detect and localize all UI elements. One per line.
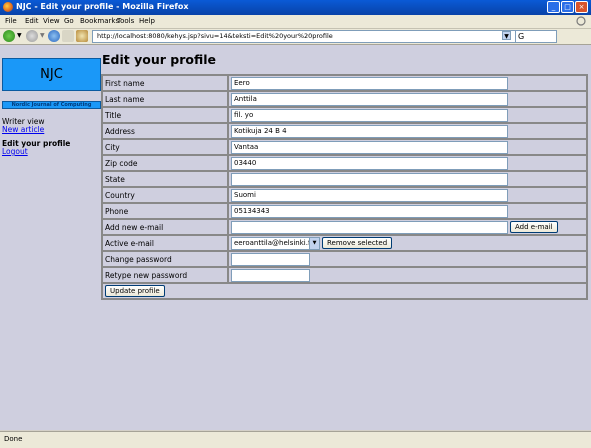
chevron-down-icon: ▼: [309, 237, 319, 249]
form-row: Change password: [102, 251, 587, 267]
form-row: Active e-mail eeroanttila@helsinki.fi ▼ Re…: [102, 235, 587, 251]
first-name-input[interactable]: Eero: [231, 76, 508, 90]
new-article-link[interactable]: New article: [2, 125, 44, 134]
forward-icon[interactable]: [26, 30, 38, 42]
throbber-icon: [576, 16, 586, 26]
status-bar: Done: [0, 431, 591, 448]
active-email-label: Active e-mail: [102, 235, 228, 251]
form-row: Country Suomi: [102, 187, 587, 203]
address-bar[interactable]: http://localhost:8080/kehys.jsp?sivu=14&…: [92, 30, 518, 43]
phone-label: Phone: [102, 203, 228, 219]
profile-form: First name Eero Last name Anttila Title …: [101, 74, 588, 300]
journal-banner: Nordic Journal of Computing: [2, 101, 101, 109]
menu-go[interactable]: Go: [64, 17, 74, 25]
active-email-select[interactable]: eeroanttila@helsinki.fi ▼: [231, 236, 320, 250]
state-label: State: [102, 171, 228, 187]
add-email-label: Add new e-mail: [102, 219, 228, 235]
address-label: Address: [102, 123, 228, 139]
menu-tools[interactable]: Tools: [117, 17, 134, 25]
first-name-label: First name: [102, 75, 228, 91]
form-row: Title fil. yo: [102, 107, 587, 123]
form-row: Update profile: [102, 283, 587, 299]
page-title: Edit your profile: [102, 52, 216, 67]
forward-dropdown-icon[interactable]: ▼: [40, 32, 45, 39]
stop-icon[interactable]: [62, 30, 74, 42]
change-password-input[interactable]: [231, 252, 310, 266]
menu-file[interactable]: File: [5, 17, 17, 25]
njc-logo: NJC: [2, 58, 101, 91]
city-label: City: [102, 139, 228, 155]
form-row: Address Kotikuja 24 B 4: [102, 123, 587, 139]
phone-input[interactable]: 05134343: [231, 204, 508, 218]
country-input[interactable]: Suomi: [231, 188, 508, 202]
update-profile-button[interactable]: Update profile: [105, 285, 165, 297]
minimize-button[interactable]: _: [547, 1, 560, 13]
close-button[interactable]: ×: [575, 1, 588, 13]
url-dropdown-icon[interactable]: ▼: [502, 31, 511, 40]
menu-help[interactable]: Help: [139, 17, 155, 25]
form-row: City Vantaa: [102, 139, 587, 155]
back-dropdown-icon[interactable]: ▼: [17, 32, 22, 39]
retype-password-input[interactable]: [231, 268, 310, 282]
search-box[interactable]: G: [515, 30, 557, 43]
form-row: Add new e-mail Add e-mail: [102, 219, 587, 235]
home-icon[interactable]: [76, 30, 88, 42]
page-content: NJC Nordic Journal of Computing Writer v…: [0, 45, 591, 430]
window-title: NJC - Edit your profile - Mozilla Firefo…: [16, 2, 189, 11]
navigation-toolbar: ▼ ▼ http://localhost:8080/kehys.jsp?sivu…: [0, 29, 591, 45]
state-input[interactable]: [231, 172, 508, 186]
city-input[interactable]: Vantaa: [231, 140, 508, 154]
title-bar: NJC - Edit your profile - Mozilla Firefo…: [0, 0, 591, 15]
menu-bar: File Edit View Go Bookmarks Tools Help: [0, 15, 591, 29]
menu-bookmarks[interactable]: Bookmarks: [80, 17, 119, 25]
form-row: First name Eero: [102, 75, 587, 91]
country-label: Country: [102, 187, 228, 203]
last-name-label: Last name: [102, 91, 228, 107]
reload-icon[interactable]: [48, 30, 60, 42]
zip-code-input[interactable]: 03440: [231, 156, 508, 170]
zip-code-label: Zip code: [102, 155, 228, 171]
firefox-icon: [3, 2, 13, 12]
last-name-input[interactable]: Anttila: [231, 92, 508, 106]
menu-view[interactable]: View: [43, 17, 60, 25]
back-icon[interactable]: [3, 30, 15, 42]
status-text: Done: [4, 435, 23, 443]
logout-link[interactable]: Logout: [2, 147, 28, 156]
retype-password-label: Retype new password: [102, 267, 228, 283]
title-input[interactable]: fil. yo: [231, 108, 508, 122]
remove-selected-button[interactable]: Remove selected: [322, 237, 393, 249]
form-row: Last name Anttila: [102, 91, 587, 107]
search-icon: G: [518, 32, 525, 41]
form-row: Retype new password: [102, 267, 587, 283]
title-label: Title: [102, 107, 228, 123]
change-password-label: Change password: [102, 251, 228, 267]
add-email-input[interactable]: [231, 220, 508, 234]
address-input[interactable]: Kotikuja 24 B 4: [231, 124, 508, 138]
form-row: State: [102, 171, 587, 187]
menu-edit[interactable]: Edit: [25, 17, 39, 25]
form-row: Phone 05134343: [102, 203, 587, 219]
active-email-value: eeroanttila@helsinki.fi: [234, 238, 313, 247]
maximize-button[interactable]: □: [561, 1, 574, 13]
form-row: Zip code 03440: [102, 155, 587, 171]
add-email-button[interactable]: Add e-mail: [510, 221, 558, 233]
